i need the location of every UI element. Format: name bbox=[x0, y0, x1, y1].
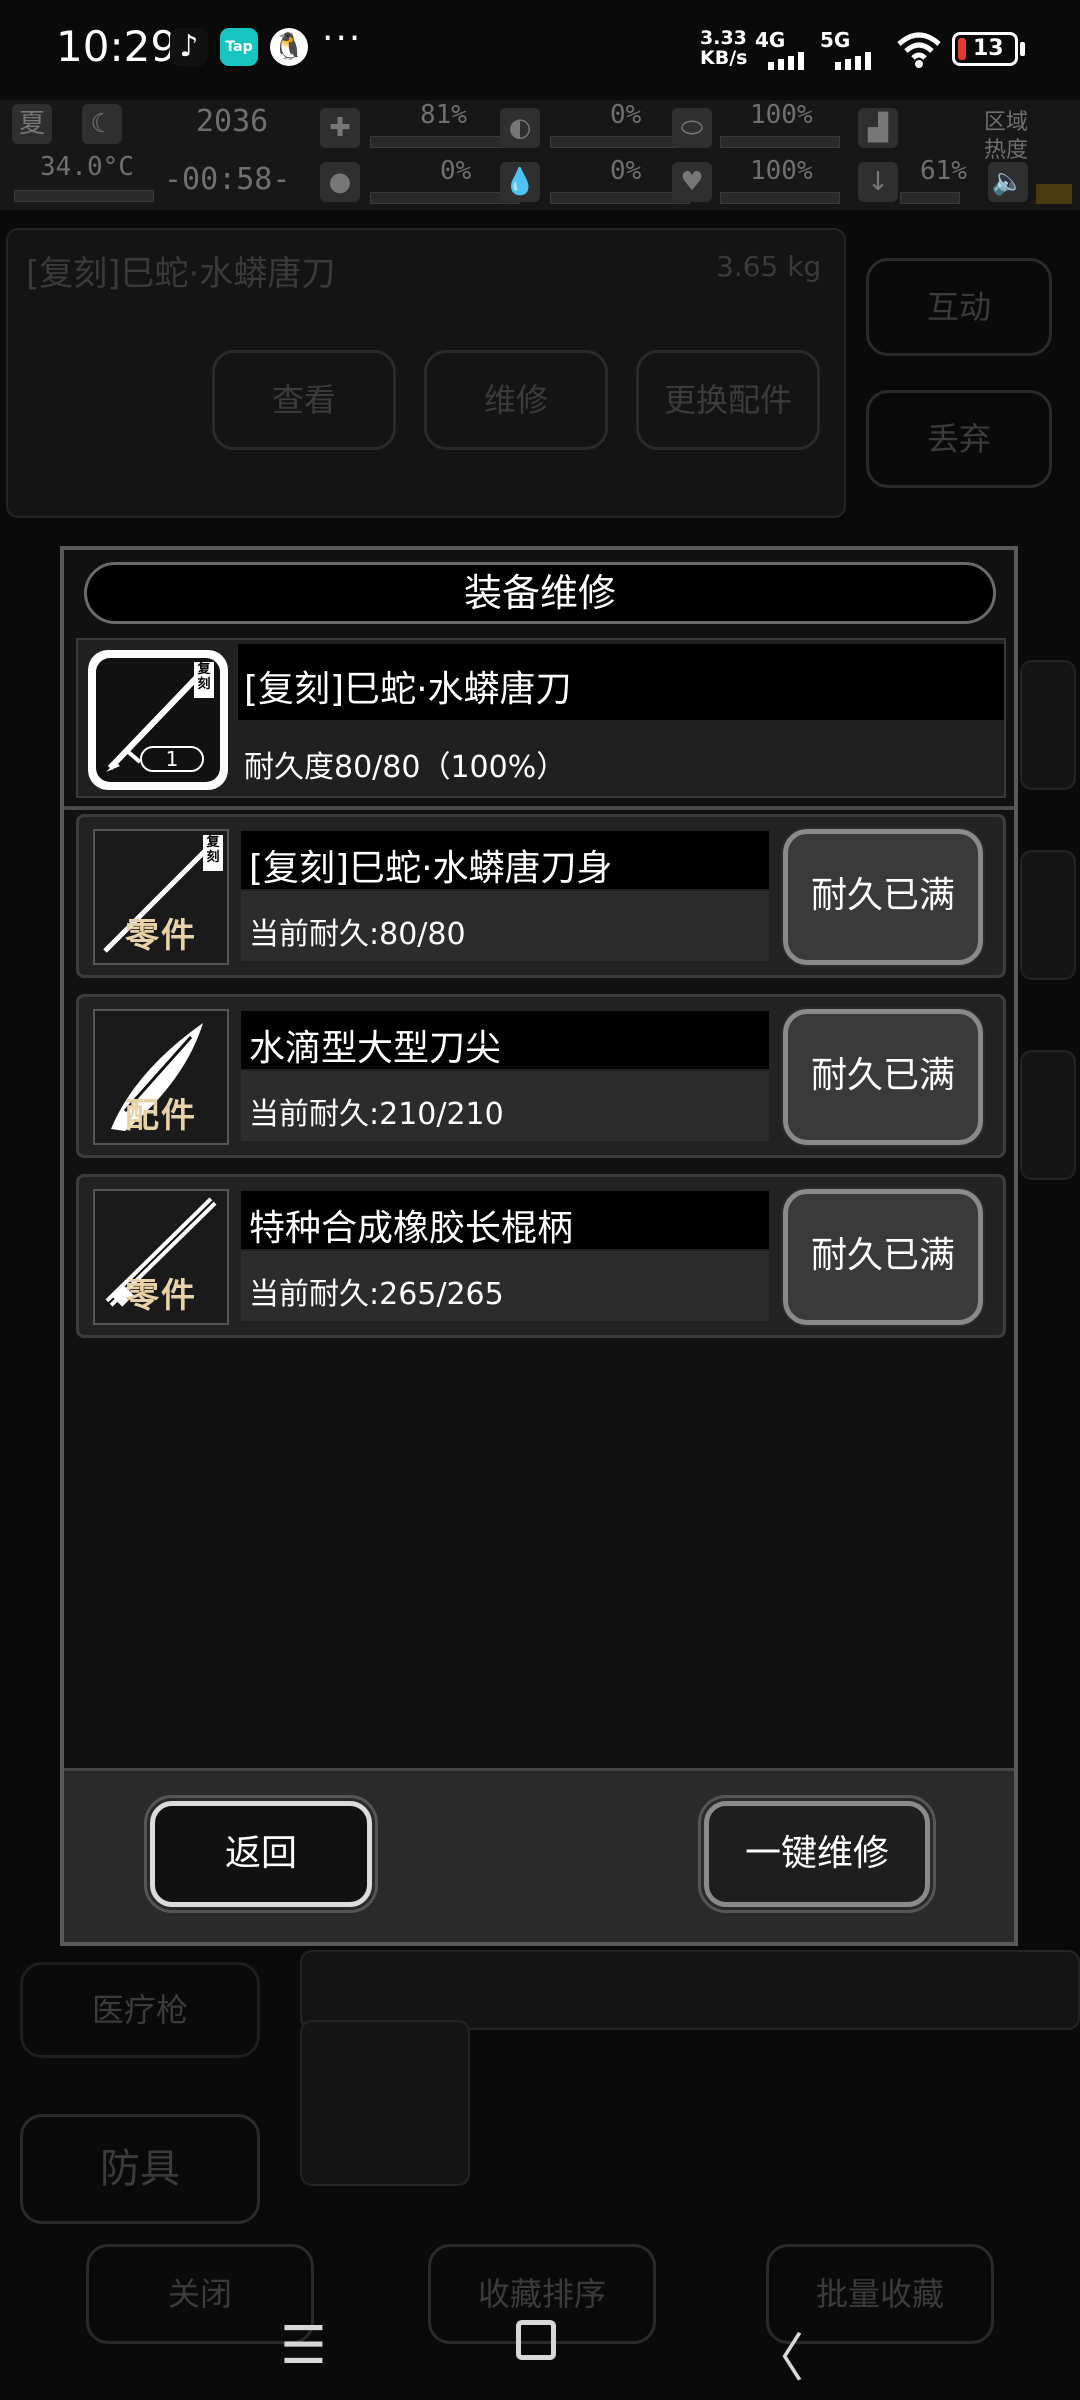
main-item-name: [复刻]巳蛇·水蟒唐刀 bbox=[244, 669, 572, 710]
fatigue-icon: ↓ bbox=[858, 162, 898, 202]
repair-all-button[interactable]: 一键维修 bbox=[698, 1795, 936, 1913]
battery-tip bbox=[1020, 42, 1025, 56]
temperature-bar bbox=[14, 190, 154, 202]
boot-icon: ▟ bbox=[858, 108, 898, 148]
network-4g-label: 4G bbox=[755, 28, 786, 52]
signal-1-icon bbox=[768, 52, 828, 70]
menu-icon[interactable]: ☰ bbox=[280, 2316, 327, 2376]
battery-icon: 13 bbox=[952, 32, 1018, 66]
part-durability: 当前耐久:80/80 bbox=[249, 917, 466, 952]
stat-mood-bar bbox=[720, 192, 840, 204]
stat-health: 81% bbox=[420, 100, 467, 130]
timer: -00:58- bbox=[164, 162, 291, 197]
stat-hunger-bar bbox=[370, 192, 520, 204]
stat-fatigue: 61% bbox=[920, 156, 967, 186]
lungs-icon: ⬭ bbox=[672, 108, 712, 148]
dialog-title: 装备维修 bbox=[84, 562, 996, 624]
battery-level: 13 bbox=[973, 36, 1004, 61]
sound-icon: 🔈 bbox=[988, 162, 1028, 202]
bg-grid-slot-2 bbox=[1020, 850, 1076, 980]
part-type-tag: 配件 bbox=[125, 1096, 197, 1136]
back-icon[interactable]: 〈 bbox=[752, 2316, 804, 2391]
main-item-card: 复刻 1 [复刻]巳蛇·水蟒唐刀 耐久度80/80（100%） bbox=[76, 638, 1006, 798]
divider bbox=[64, 806, 1014, 810]
durability-full-button[interactable]: 耐久已满 bbox=[781, 1007, 985, 1147]
season-icon: 夏 bbox=[12, 104, 52, 144]
qq-icon: 🐧 bbox=[270, 28, 308, 66]
stat-blood-bar bbox=[550, 192, 690, 204]
part-name: 水滴型大型刀尖 bbox=[249, 1028, 502, 1069]
temperature: 34.0°C bbox=[40, 152, 134, 182]
remake-badge: 复刻 bbox=[206, 835, 220, 865]
bg-replace-button: 更换配件 bbox=[636, 350, 820, 450]
signal-2-icon bbox=[835, 52, 895, 70]
clock-value: 2036 bbox=[196, 104, 269, 139]
stat-fatigue-bar bbox=[900, 192, 960, 204]
bg-discard-button: 丢弃 bbox=[866, 390, 1052, 488]
heart-icon: ♥ bbox=[672, 162, 712, 202]
item-count: 1 bbox=[140, 746, 204, 772]
game-hud: 夏 ☾ 34.0°C 2036 -00:58- ✚ 81% ● 0% ◐ 0% … bbox=[0, 100, 1080, 210]
part-durability: 当前耐久:265/265 bbox=[249, 1277, 504, 1312]
part-row: 零件 特种合成橡胶长棍柄 当前耐久:265/265 耐久已满 bbox=[76, 1174, 1006, 1338]
bg-grid-slot-3 bbox=[1020, 1050, 1076, 1180]
moon-icon: ☾ bbox=[82, 104, 122, 144]
part-name: 特种合成橡胶长棍柄 bbox=[249, 1208, 574, 1249]
home-icon[interactable] bbox=[516, 2320, 556, 2360]
stat-stamina: 100% bbox=[750, 100, 813, 130]
bg-armor-button: 防具 bbox=[20, 2114, 260, 2224]
bg-interact-button: 互动 bbox=[866, 258, 1052, 356]
main-item-durability: 耐久度80/80（100%） bbox=[244, 750, 567, 785]
stat-thirst-bar bbox=[550, 136, 690, 148]
remake-badge: 复刻 bbox=[197, 662, 211, 692]
stat-blood: 0% bbox=[610, 156, 642, 186]
part-durability: 当前耐久:210/210 bbox=[249, 1097, 504, 1132]
bg-item-slot bbox=[300, 2020, 470, 2186]
blood-icon: 💧 bbox=[500, 162, 540, 202]
stat-stamina-bar bbox=[720, 136, 840, 148]
system-nav-bar: ☰ 〈 bbox=[0, 2296, 1080, 2400]
main-item-icon-frame: 复刻 1 bbox=[88, 650, 228, 790]
medkit-icon: ✚ bbox=[320, 108, 360, 148]
durability-full-button[interactable]: 耐久已满 bbox=[781, 1187, 985, 1327]
blade-tip-icon: 配件 bbox=[93, 1009, 229, 1145]
bg-grid-slot-1 bbox=[1020, 660, 1076, 790]
part-name: [复刻]巳蛇·水蟒唐刀身 bbox=[249, 848, 613, 889]
more-notifications-icon: ··· bbox=[322, 18, 363, 59]
part-row: 配件 水滴型大型刀尖 当前耐久:210/210 耐久已满 bbox=[76, 994, 1006, 1158]
zone-heat-bar bbox=[1036, 184, 1072, 204]
repair-dialog: 装备维修 复刻 1 [复刻]巳蛇·水蟒唐刀 耐久度80/80（100%） 复刻 … bbox=[60, 546, 1018, 1946]
bg-item-title: [复刻]巳蛇·水蟒唐刀 bbox=[26, 254, 336, 294]
part-type-tag: 零件 bbox=[125, 1276, 197, 1316]
status-time: 10:29 bbox=[56, 22, 178, 71]
bg-item-weight: 3.65 kg bbox=[716, 250, 822, 283]
status-bar: 10:29 ♪ Tap 🐧 ··· 3.33 KB/s 4G 5G 13 bbox=[0, 0, 1080, 100]
stat-mood: 100% bbox=[750, 156, 813, 186]
stomach-icon: ● bbox=[320, 162, 360, 202]
taptap-icon: Tap bbox=[220, 28, 258, 66]
bg-medgun-button: 医疗枪 bbox=[20, 1962, 260, 2058]
stomach-organ-icon: ◐ bbox=[500, 108, 540, 148]
part-type-tag: 零件 bbox=[125, 916, 197, 956]
network-5g-label: 5G bbox=[820, 28, 851, 52]
zone-label-2: 热度 bbox=[984, 138, 1029, 163]
bg-inventory-row bbox=[300, 1950, 1080, 2030]
part-row: 复刻 零件 [复刻]巳蛇·水蟒唐刀身 当前耐久:80/80 耐久已满 bbox=[76, 814, 1006, 978]
stat-thirst: 0% bbox=[610, 100, 642, 130]
tiktok-icon: ♪ bbox=[170, 28, 208, 66]
dialog-footer: 返回 一键维修 bbox=[64, 1768, 1014, 1942]
handle-part-icon: 零件 bbox=[93, 1189, 229, 1325]
durability-full-button[interactable]: 耐久已满 bbox=[781, 827, 985, 967]
back-button[interactable]: 返回 bbox=[144, 1795, 378, 1913]
bg-view-button: 查看 bbox=[212, 350, 396, 450]
blade-part-icon: 复刻 零件 bbox=[93, 829, 229, 965]
bg-repair-button: 维修 bbox=[424, 350, 608, 450]
stat-hunger: 0% bbox=[440, 156, 472, 186]
wifi-icon bbox=[895, 30, 943, 79]
stat-health-bar bbox=[370, 136, 520, 148]
network-speed: 3.33 KB/s bbox=[700, 27, 748, 69]
